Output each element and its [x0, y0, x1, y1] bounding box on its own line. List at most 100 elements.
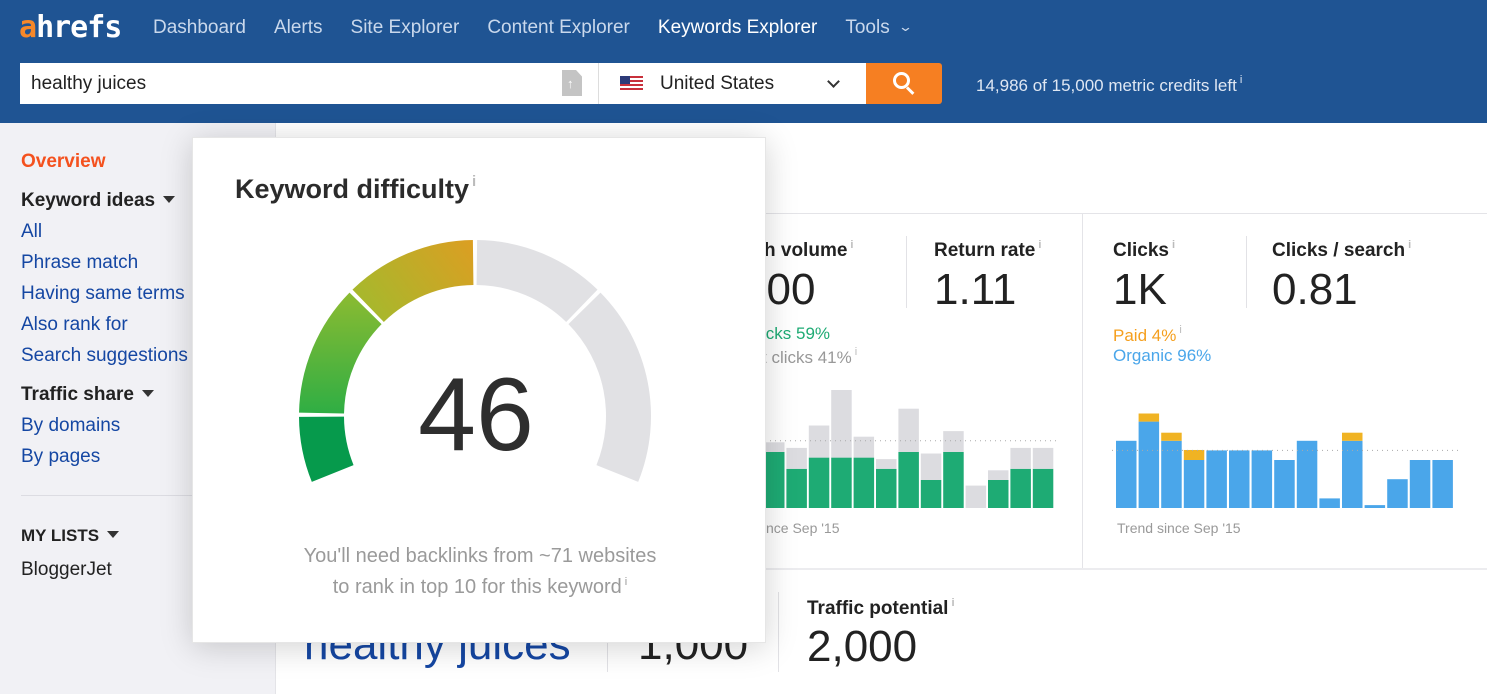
- bar-no-clicks: [943, 431, 964, 452]
- country-select[interactable]: United States: [598, 63, 866, 104]
- bar-organic: [1161, 440, 1182, 508]
- card-divider: [1082, 213, 1083, 569]
- bar-paid: [1342, 432, 1363, 441]
- bar-clicks: [786, 468, 807, 508]
- gauge-segment: [352, 240, 474, 322]
- search-bar: United States: [20, 63, 942, 104]
- info-icon[interactable]: i: [855, 346, 857, 358]
- chevron-down-icon: [827, 74, 840, 88]
- nav-content-explorer[interactable]: Content Explorer: [487, 17, 630, 39]
- bar-organic: [1183, 460, 1205, 508]
- section-divider: [760, 568, 1487, 570]
- bar-organic: [1116, 440, 1137, 508]
- sidebar-keyword-ideas[interactable]: Keyword ideas: [21, 190, 176, 212]
- return-rate-value: 1.11: [934, 265, 1017, 314]
- bar-no-clicks: [876, 459, 897, 469]
- info-icon[interactable]: i: [951, 597, 954, 609]
- bar-no-clicks: [853, 436, 875, 458]
- nav-tools[interactable]: Tools ⌄: [845, 17, 913, 39]
- clicks-per-search-label: Clicks / search i: [1272, 239, 1412, 261]
- keyword-difficulty-score: 46: [418, 357, 534, 473]
- bar-no-clicks: [1032, 447, 1054, 469]
- keyword-difficulty-popup: Keyword difficulty i 46 You'll need backl…: [192, 137, 766, 643]
- bar-no-clicks: [965, 485, 987, 508]
- bar-organic: [1138, 421, 1160, 508]
- keyword-search-input[interactable]: [20, 63, 598, 104]
- bar-organic: [1206, 450, 1227, 508]
- gauge-segment: [476, 240, 598, 322]
- clicks-trend-label: Trend since Sep '15: [1117, 520, 1241, 536]
- bar-paid: [1161, 432, 1182, 441]
- bar-organic: [1409, 460, 1431, 508]
- bar-no-clicks: [1010, 447, 1031, 469]
- bar-organic: [1319, 498, 1340, 508]
- bar-clicks: [988, 480, 1009, 508]
- ahrefs-logo[interactable]: ahrefs: [19, 10, 122, 45]
- sidebar-item-also-rank-for[interactable]: Also rank for: [21, 314, 128, 336]
- bar-clicks: [943, 452, 964, 508]
- sidebar-item-having-same-terms[interactable]: Having same terms: [21, 283, 185, 305]
- info-icon[interactable]: i: [1038, 239, 1041, 251]
- bar-clicks: [898, 452, 919, 508]
- traffic-potential-value: 2,000: [807, 622, 918, 671]
- clicks-label: Clicks i: [1113, 239, 1176, 261]
- bar-no-clicks: [764, 442, 785, 452]
- main-nav: Dashboard Alerts Site Explorer Content E…: [153, 17, 939, 39]
- info-icon[interactable]: i: [625, 576, 627, 588]
- keyword-difficulty-gauge: [299, 240, 652, 482]
- bar-no-clicks: [786, 447, 807, 469]
- search-button[interactable]: [866, 63, 942, 104]
- clicks-value: 1K: [1113, 265, 1167, 314]
- info-icon[interactable]: i: [1179, 324, 1181, 336]
- info-icon[interactable]: i: [1408, 239, 1411, 251]
- sidebar-my-lists[interactable]: MY LISTS: [21, 526, 120, 546]
- bar-clicks: [808, 457, 830, 508]
- bar-organic: [1229, 450, 1250, 508]
- sidebar-item-all[interactable]: All: [21, 221, 42, 243]
- bar-organic: [1432, 460, 1453, 508]
- bar-organic: [1364, 505, 1386, 508]
- country-label: United States: [660, 72, 775, 94]
- bar-organic: [1251, 450, 1273, 508]
- bar-no-clicks: [831, 390, 852, 458]
- nav-site-explorer[interactable]: Site Explorer: [351, 17, 460, 39]
- bar-organic: [1274, 460, 1295, 508]
- sidebar-list-bloggerjet[interactable]: BloggerJet: [21, 559, 112, 581]
- bar-clicks: [920, 480, 942, 508]
- info-icon[interactable]: i: [1240, 74, 1242, 86]
- bar-no-clicks: [920, 453, 942, 480]
- return-rate-label: Return rate i: [934, 239, 1042, 261]
- nav-dashboard[interactable]: Dashboard: [153, 17, 246, 39]
- clicks-per-search-value: 0.81: [1272, 265, 1358, 314]
- bar-paid: [1183, 449, 1205, 460]
- clicks-percent: icks 59%: [762, 324, 831, 343]
- backlinks-note: You'll need backlinks from ~71 websites …: [303, 545, 657, 598]
- traffic-potential-label: Traffic potential i: [807, 597, 955, 619]
- caret-down-icon: [107, 531, 120, 538]
- top-navigation-bar: ahrefs Dashboard Alerts Site Explorer Co…: [0, 0, 1487, 123]
- sidebar-item-phrase-match[interactable]: Phrase match: [21, 252, 138, 274]
- nav-keywords-explorer[interactable]: Keywords Explorer: [658, 17, 817, 39]
- sidebar-traffic-share[interactable]: Traffic share: [21, 384, 154, 406]
- upload-file-icon[interactable]: [562, 70, 582, 96]
- chevron-down-icon: ⌄: [897, 19, 913, 34]
- sidebar-overview[interactable]: Overview: [21, 151, 106, 173]
- paid-percent: Paid 4% i: [1113, 324, 1182, 345]
- sidebar-item-by-domains[interactable]: By domains: [21, 415, 120, 437]
- bar-clicks: [853, 457, 875, 508]
- bar-clicks: [764, 452, 785, 508]
- bar-no-clicks: [988, 470, 1009, 480]
- us-flag-icon: [620, 76, 643, 91]
- caret-down-icon: [163, 196, 176, 203]
- sidebar-item-search-suggestions[interactable]: Search suggestions: [21, 345, 188, 367]
- bar-clicks: [876, 468, 897, 508]
- sidebar-item-by-pages[interactable]: By pages: [21, 446, 100, 468]
- info-icon[interactable]: i: [850, 239, 853, 251]
- search-volume-trend-chart: [760, 390, 1060, 508]
- bar-clicks: [1010, 468, 1031, 508]
- info-icon[interactable]: i: [1172, 239, 1175, 251]
- nav-alerts[interactable]: Alerts: [274, 17, 323, 39]
- bar-clicks: [831, 457, 852, 508]
- bar-paid: [1138, 413, 1160, 422]
- caret-down-icon: [142, 390, 154, 397]
